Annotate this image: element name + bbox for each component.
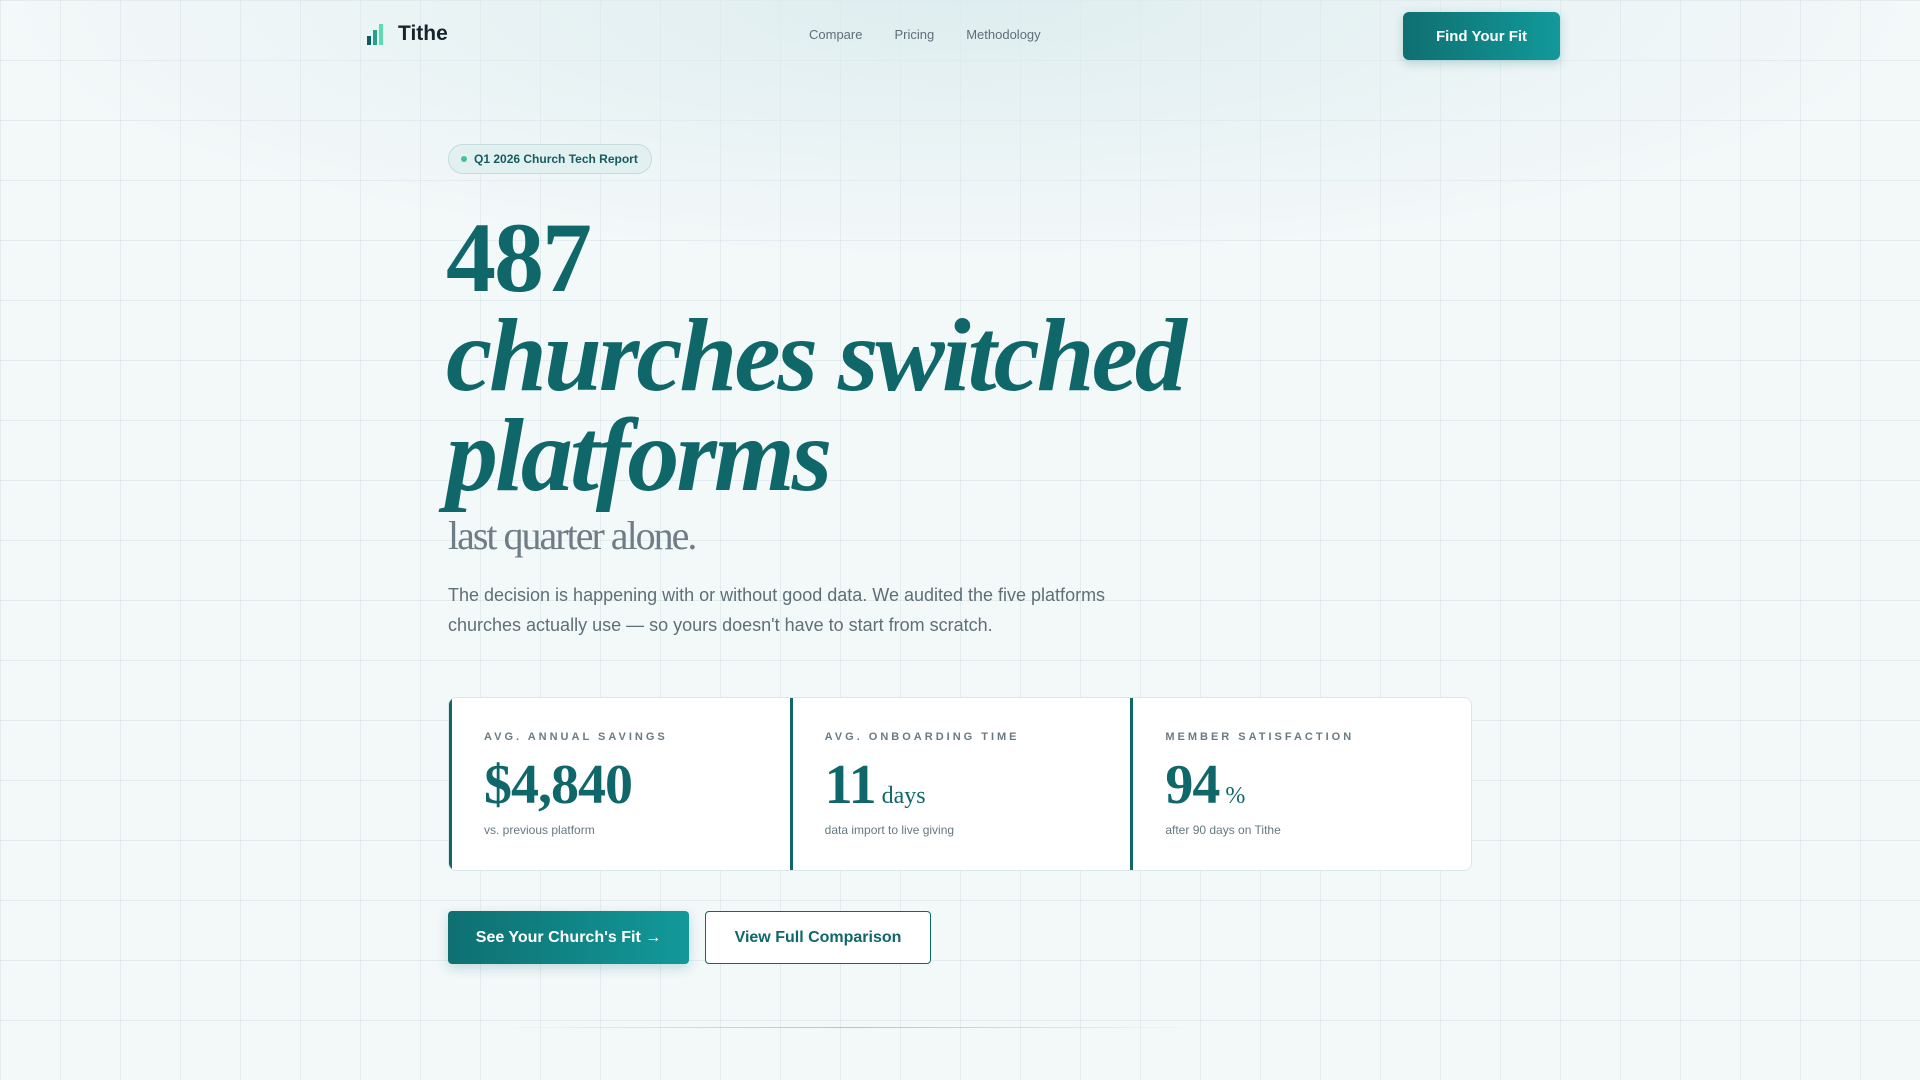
bar-chart-logo-icon xyxy=(367,24,383,45)
brand[interactable]: Tithe xyxy=(366,22,448,46)
see-church-fit-button[interactable]: See Your Church's Fit → xyxy=(448,911,689,964)
stat-value-row: 94 % xyxy=(1165,755,1471,815)
stat-value: 94 xyxy=(1165,754,1220,816)
stat-label: AVG. ONBOARDING TIME xyxy=(824,731,1020,743)
hero-number: 487 xyxy=(446,202,592,313)
hero-description: The decision is happening with or withou… xyxy=(448,585,1106,635)
stat-annual-savings: AVG. ANNUAL SAVINGS $4,840 vs. previous … xyxy=(449,698,790,870)
stats-card: AVG. ANNUAL SAVINGS $4,840 vs. previous … xyxy=(448,697,1472,871)
stat-value-row: $4,840 xyxy=(484,755,790,815)
nav-link-pricing[interactable]: Pricing xyxy=(894,27,934,42)
brand-name: Tithe xyxy=(398,22,448,45)
hero-tagline: last quarter alone. xyxy=(448,513,697,558)
stat-value-row: 11 days xyxy=(825,755,1131,815)
nav-links: Compare Pricing Methodology xyxy=(809,27,1041,42)
hero-headline: churches switched platforms xyxy=(446,298,1187,513)
report-badge: Q1 2026 Church Tech Report xyxy=(448,144,652,174)
stat-subtext: vs. previous platform xyxy=(484,823,595,837)
stat-value: $4,840 xyxy=(484,754,633,816)
stat-member-satisfaction: MEMBER SATISFACTION 94 % after 90 days o… xyxy=(1130,698,1471,870)
view-full-comparison-button[interactable]: View Full Comparison xyxy=(705,911,931,964)
nav-link-methodology[interactable]: Methodology xyxy=(966,27,1040,42)
section-divider xyxy=(498,1027,1198,1028)
find-your-fit-button[interactable]: Find Your Fit xyxy=(1403,12,1560,60)
top-navigation: Tithe Compare Pricing Methodology Find Y… xyxy=(0,0,1920,72)
stat-unit: % xyxy=(1225,783,1246,809)
stat-label: AVG. ANNUAL SAVINGS xyxy=(484,731,668,743)
badge-label: Q1 2026 Church Tech Report xyxy=(474,152,638,166)
hero-headline-line2: platforms xyxy=(446,398,832,513)
stat-label: MEMBER SATISFACTION xyxy=(1165,731,1355,743)
stat-subtext: data import to live giving xyxy=(824,823,955,837)
nav-link-compare[interactable]: Compare xyxy=(809,27,862,42)
stat-value: 11 xyxy=(824,754,877,816)
hero-headline-line1: churches switched xyxy=(446,298,1187,413)
stat-unit: days xyxy=(881,783,926,809)
badge-dot-icon xyxy=(461,156,467,162)
stat-onboarding-time: AVG. ONBOARDING TIME 11 days data import… xyxy=(789,698,1131,870)
stat-subtext: after 90 days on Tithe xyxy=(1165,823,1281,837)
